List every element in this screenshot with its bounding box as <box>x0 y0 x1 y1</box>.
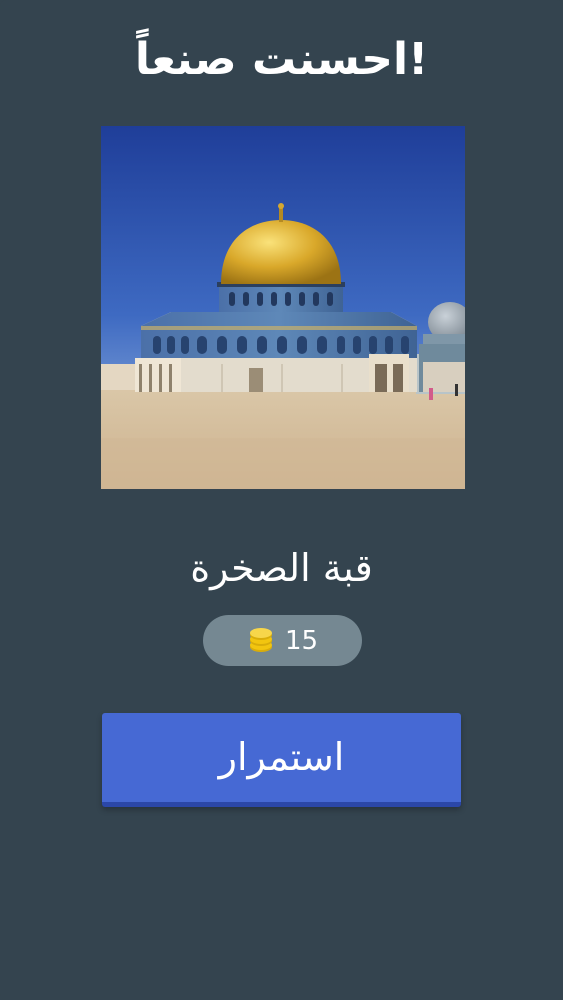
coin-count: 15 <box>284 625 319 656</box>
success-title: !احسنت صنعاً <box>134 34 429 85</box>
puzzle-image <box>101 126 465 489</box>
coin-stack-icon <box>249 627 272 652</box>
dome-of-the-rock-photo <box>101 126 465 489</box>
coin-reward-badge: 15 <box>203 615 362 666</box>
continue-button[interactable]: استمرار <box>102 713 461 807</box>
answer-text: قبة الصخرة <box>190 546 373 590</box>
level-complete-screen: !احسنت صنعاً قبة الصخرة 15 استمرار <box>0 0 563 1000</box>
